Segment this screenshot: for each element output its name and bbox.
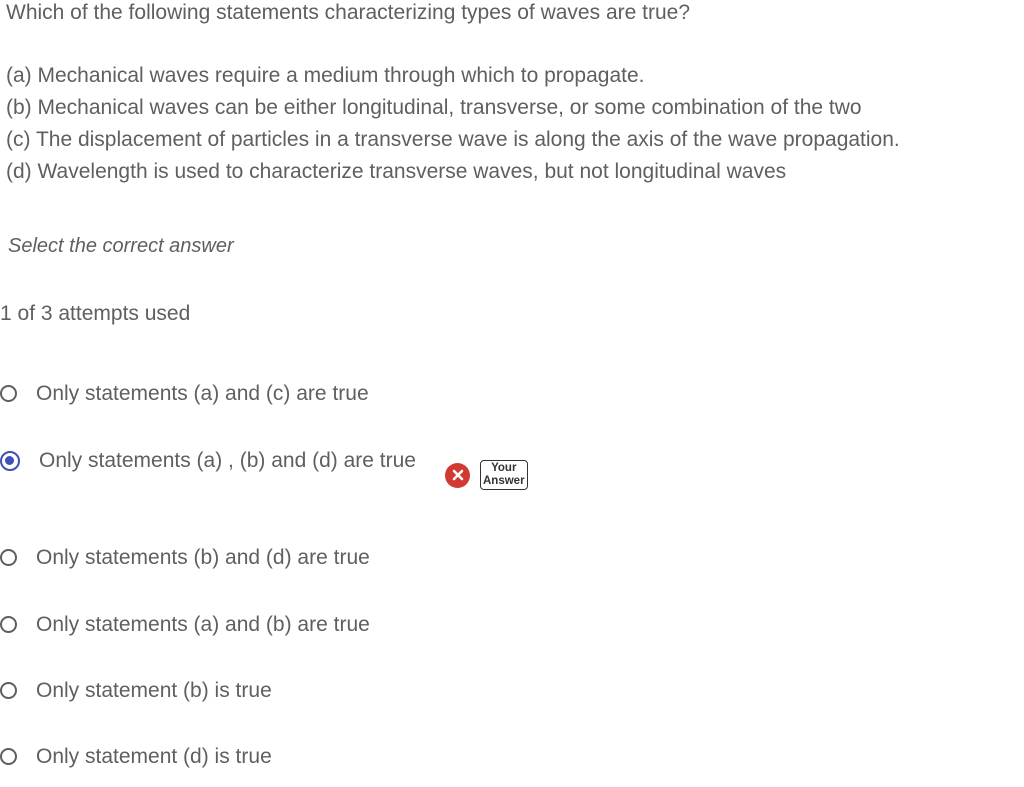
radio-button[interactable]: [0, 549, 17, 566]
statement-b: (b) Mechanical waves can be either longi…: [6, 96, 862, 119]
option-label: Only statement (b) is true: [36, 679, 272, 702]
option-label: Only statements (a) , (b) and (d) are tr…: [39, 449, 416, 472]
statements-list: (a) Mechanical waves require a medium th…: [6, 60, 900, 188]
instruction-text: Select the correct answer: [8, 235, 234, 257]
attempts-counter: 1 of 3 attempts used: [0, 302, 191, 325]
answer-option-selected[interactable]: Only statements (a) , (b) and (d) are tr…: [0, 445, 419, 476]
option-label: Only statements (b) and (d) are true: [36, 546, 370, 569]
radio-button[interactable]: [0, 616, 17, 633]
statement-a: (a) Mechanical waves require a medium th…: [6, 64, 645, 87]
answer-option[interactable]: Only statement (b) is true: [0, 675, 272, 706]
your-answer-badge: Your Answer: [480, 460, 528, 490]
answer-option[interactable]: Only statements (b) and (d) are true: [0, 542, 370, 573]
radio-button[interactable]: [0, 748, 17, 765]
option-label: Only statements (a) and (c) are true: [36, 382, 369, 405]
badge-line-1: Your: [491, 462, 517, 474]
statement-d: (d) Wavelength is used to characterize t…: [6, 160, 787, 183]
answer-feedback: Your Answer: [445, 460, 528, 490]
radio-button[interactable]: [0, 385, 17, 402]
radio-button-selected[interactable]: [0, 450, 20, 471]
option-label: Only statements (a) and (b) are true: [36, 613, 370, 636]
answer-option[interactable]: Only statements (a) and (c) are true: [0, 378, 369, 409]
answer-option[interactable]: Only statement (d) is true: [0, 741, 272, 772]
badge-line-2: Answer: [483, 475, 525, 487]
option-label: Only statement (d) is true: [36, 745, 272, 768]
radio-button[interactable]: [0, 682, 17, 699]
x-circle-icon: [445, 462, 470, 488]
answer-option[interactable]: Only statements (a) and (b) are true: [0, 609, 370, 640]
question-text: Which of the following statements charac…: [6, 1, 690, 24]
statement-c: (c) The displacement of particles in a t…: [6, 128, 900, 151]
